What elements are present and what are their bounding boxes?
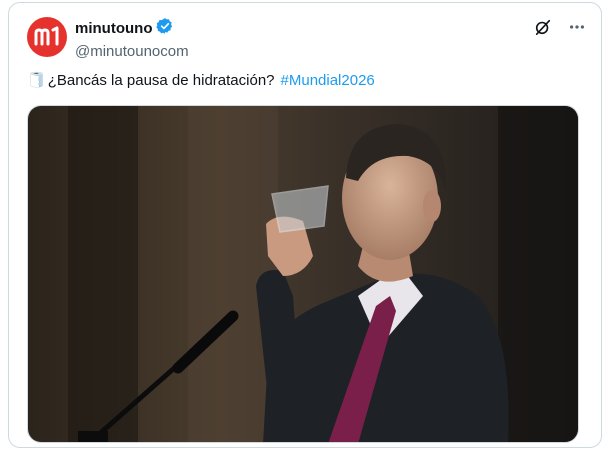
author-block: minutouno @minutounocom (75, 17, 189, 62)
author-handle[interactable]: @minutounocom (75, 42, 189, 62)
avatar[interactable] (27, 17, 67, 57)
author-name[interactable]: minutouno (75, 20, 152, 38)
tweet-card[interactable]: minutouno @minutounocom 🧻 ¿Bancás la pau… (8, 2, 602, 448)
photo-man-drinking-water (28, 106, 578, 442)
tweet-body: ¿Bancás la pausa de hidratación? (47, 72, 275, 89)
tweet-text: 🧻 ¿Bancás la pausa de hidratación? #Mund… (27, 71, 583, 91)
grok-icon[interactable] (533, 17, 553, 37)
verified-badge-icon (156, 17, 174, 40)
minutouno-logo (34, 26, 59, 46)
emoji-icon: 🧻 (27, 72, 46, 89)
hashtag-link[interactable]: #Mundial2026 (281, 71, 375, 91)
more-icon[interactable] (567, 17, 587, 37)
tweet-image[interactable] (27, 105, 579, 443)
